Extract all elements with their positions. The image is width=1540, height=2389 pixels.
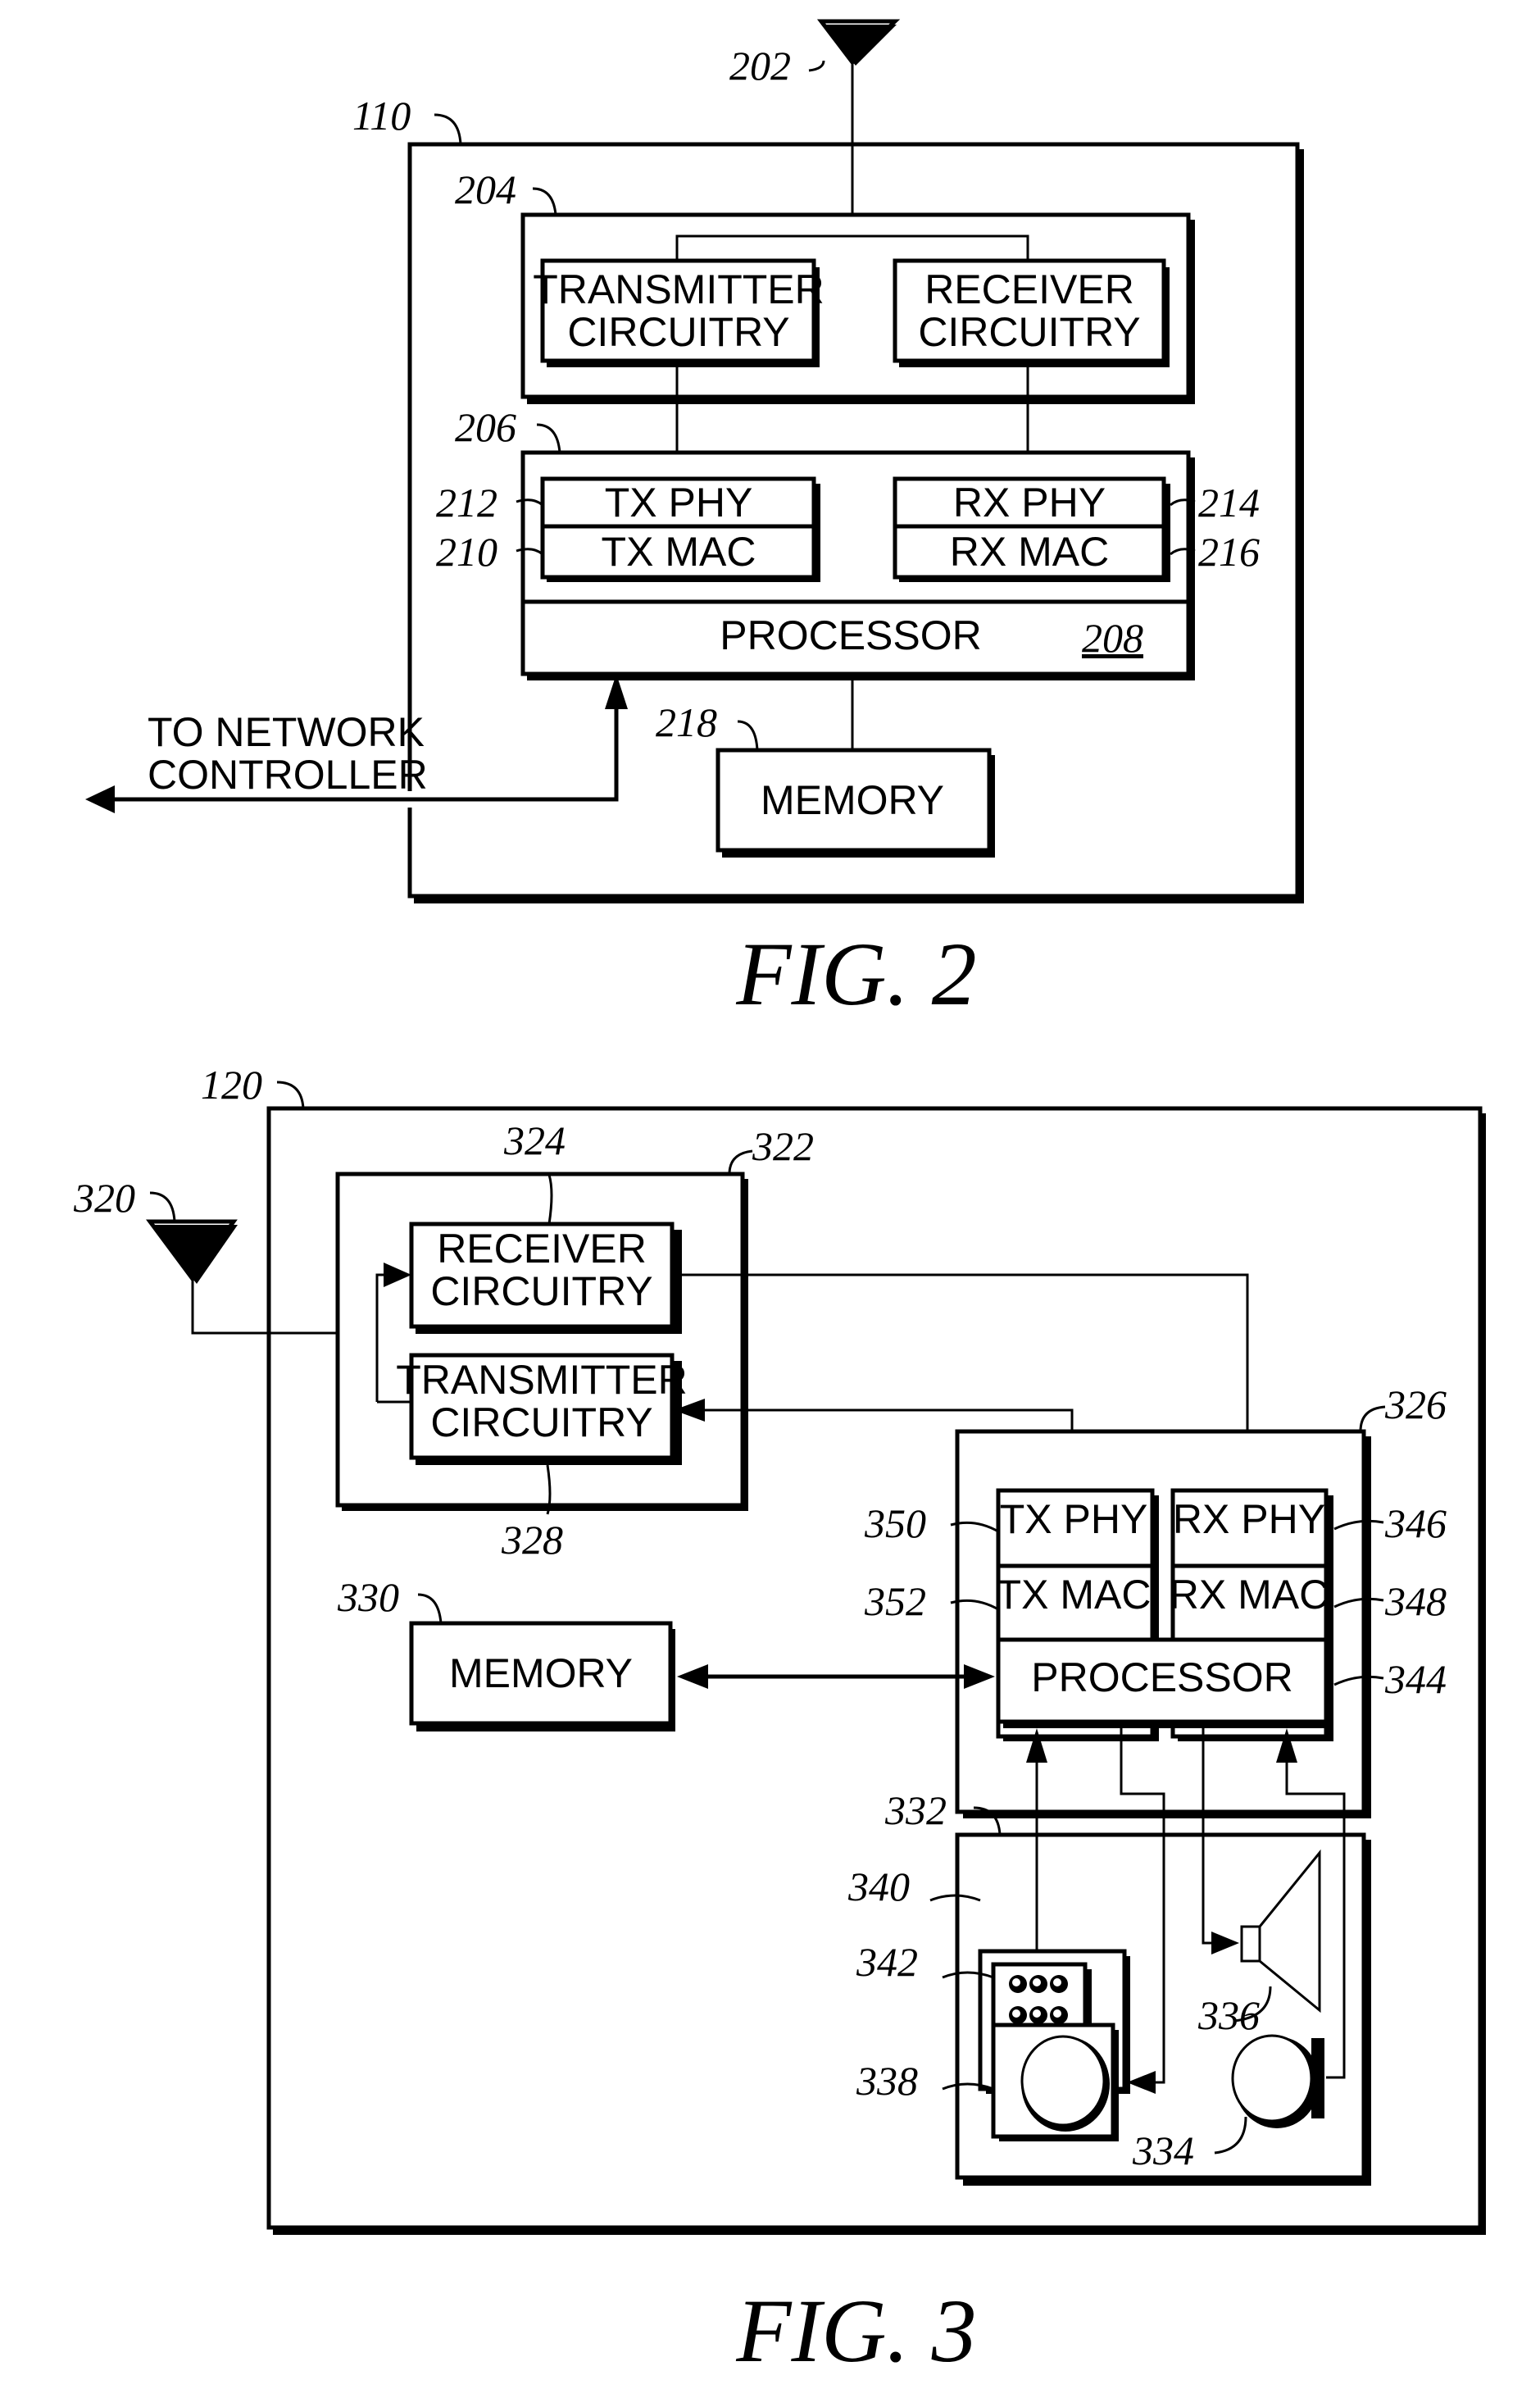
ref-324: 324 bbox=[503, 1117, 566, 1163]
fig3-memory-block: MEMORY bbox=[409, 1621, 675, 1731]
fig2-rx-mac: RX MAC bbox=[950, 529, 1109, 575]
ref-216: 216 bbox=[1198, 529, 1260, 575]
ref-340: 340 bbox=[847, 1863, 910, 1909]
ref-326: 326 bbox=[1384, 1381, 1447, 1427]
ref-352: 352 bbox=[864, 1578, 926, 1624]
ref-338: 338 bbox=[856, 2058, 918, 2104]
fig2-transmitter-block: TRANSMITTER CIRCUITRY bbox=[533, 258, 825, 367]
fig2-receiver-label-1: RECEIVER bbox=[924, 266, 1134, 312]
patent-figures: 110 202 204 TRANSMITTER CIRCUITRY RECEIV… bbox=[73, 19, 1486, 2381]
fig3-processor-label: PROCESSOR bbox=[1031, 1654, 1293, 1700]
ref-342: 342 bbox=[856, 1939, 918, 1985]
ref-320: 320 bbox=[73, 1175, 135, 1221]
fig3-transmitter-block: TRANSMITTER CIRCUITRY bbox=[396, 1353, 688, 1465]
fig2-receiver-label-2: CIRCUITRY bbox=[918, 309, 1140, 355]
fig2-caption: FIG. 2 bbox=[735, 924, 976, 1024]
fig3-transmitter-label-1: TRANSMITTER bbox=[396, 1357, 688, 1403]
fig2-memory-block: MEMORY bbox=[715, 748, 995, 858]
fig2-tx-phy: TX PHY bbox=[605, 480, 753, 526]
fig3-caption: FIG. 3 bbox=[735, 2281, 976, 2381]
fig3-transmitter-label-2: CIRCUITRY bbox=[430, 1399, 652, 1445]
ref-344: 344 bbox=[1384, 1656, 1447, 1702]
ref-204: 204 bbox=[455, 166, 516, 212]
leader-202 bbox=[808, 60, 825, 72]
fig2-rx-phy: RX PHY bbox=[953, 480, 1106, 526]
ref-336: 336 bbox=[1197, 1992, 1260, 2038]
ref-332: 332 bbox=[884, 1787, 947, 1833]
ref-110: 110 bbox=[352, 93, 411, 139]
fig3-receiver-label-2: CIRCUITRY bbox=[430, 1268, 652, 1314]
ref-322: 322 bbox=[752, 1123, 814, 1169]
ref-210: 210 bbox=[436, 529, 497, 575]
fig3-memory-label: MEMORY bbox=[449, 1650, 633, 1696]
fig2-rx-stack: RX PHY RX MAC bbox=[893, 476, 1170, 582]
fig3-display-icon bbox=[991, 2023, 1119, 2141]
fig3-processor-block: PROCESSOR bbox=[996, 1637, 1331, 1728]
fig2-tx-stack: TX PHY TX MAC bbox=[540, 476, 820, 582]
fig3-rx-phy: RX PHY bbox=[1173, 1496, 1325, 1542]
ref-346: 346 bbox=[1384, 1500, 1447, 1546]
fig2-network-label-1: TO NETWORK bbox=[148, 709, 425, 755]
fig3-tx-phy: TX PHY bbox=[1000, 1496, 1148, 1542]
fig2-transmitter-label-2: CIRCUITRY bbox=[567, 309, 789, 355]
ref-212: 212 bbox=[436, 480, 497, 526]
ref-328: 328 bbox=[501, 1517, 563, 1563]
ref-206: 206 bbox=[455, 404, 516, 450]
fig2-transmitter-label-1: TRANSMITTER bbox=[533, 266, 825, 312]
fig2-memory-label: MEMORY bbox=[761, 777, 944, 823]
leader-120 bbox=[276, 1081, 305, 1109]
ref-218: 218 bbox=[656, 699, 717, 745]
fig2-processor-label: PROCESSOR bbox=[720, 612, 982, 658]
leader-110 bbox=[434, 113, 462, 145]
fig3-tx-mac: TX MAC bbox=[997, 1572, 1152, 1618]
ref-348: 348 bbox=[1384, 1578, 1447, 1624]
ref-214: 214 bbox=[1198, 480, 1260, 526]
fig3-receiver-block: RECEIVER CIRCUITRY bbox=[409, 1222, 682, 1334]
ref-330: 330 bbox=[337, 1574, 399, 1620]
ref-202: 202 bbox=[729, 43, 791, 89]
leader-320 bbox=[149, 1191, 176, 1222]
fig3-receiver-label-1: RECEIVER bbox=[437, 1226, 647, 1272]
ref-350: 350 bbox=[864, 1500, 926, 1546]
fig2-network-arrow-icon bbox=[85, 785, 115, 813]
fig2: 110 202 204 TRANSMITTER CIRCUITRY RECEIV… bbox=[85, 19, 1304, 1024]
fig3-rx-mac: RX MAC bbox=[1170, 1572, 1329, 1618]
ref-208: 208 bbox=[1082, 615, 1143, 661]
ref-334: 334 bbox=[1132, 2127, 1194, 2173]
fig3: 120 320 322 RECEIVER CIRCUITRY 324 TRANS… bbox=[73, 1062, 1486, 2381]
fig2-receiver-block: RECEIVER CIRCUITRY bbox=[893, 258, 1170, 367]
fig2-network-label-2: CONTROLLER bbox=[148, 752, 428, 798]
fig2-tx-mac: TX MAC bbox=[602, 529, 756, 575]
ref-120: 120 bbox=[201, 1062, 262, 1108]
